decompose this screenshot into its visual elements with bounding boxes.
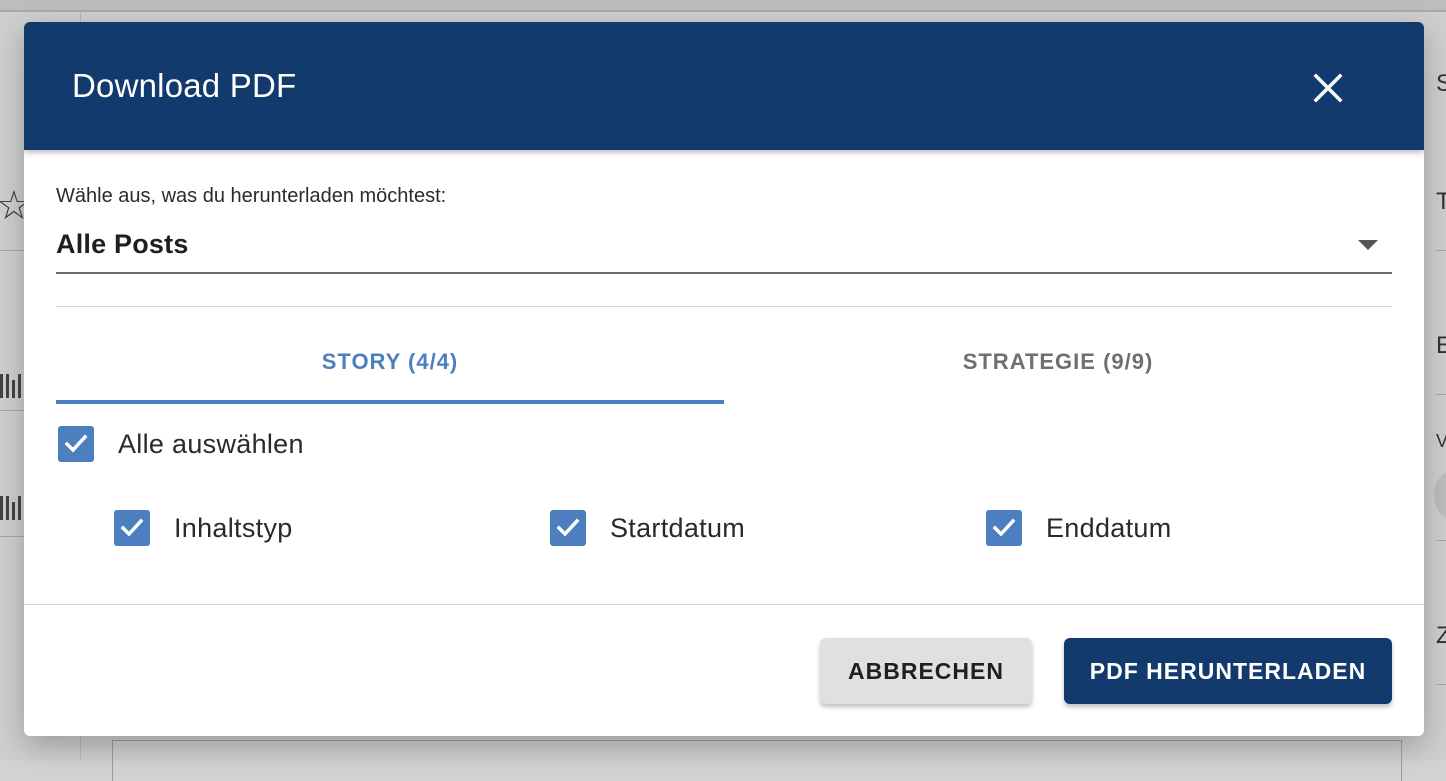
close-button[interactable]: [1304, 66, 1352, 110]
tabs-divider: [56, 306, 1392, 307]
tab-story[interactable]: STORY (4/4): [56, 322, 724, 402]
select-label: Wähle aus, was du herunterladen möchtest…: [56, 185, 447, 207]
active-tab-indicator: [56, 400, 724, 404]
background-divider: [0, 536, 24, 537]
download-pdf-dialog: Download PDF Wähle aus, was du herunterl…: [24, 22, 1424, 736]
background-text: T: [1436, 188, 1446, 215]
dialog-header: Download PDF: [24, 22, 1424, 150]
background-text: Z: [1436, 622, 1446, 649]
background-divider: [0, 250, 24, 251]
select-value: Alle Posts: [56, 229, 189, 259]
barcode-icon: [0, 492, 24, 522]
option-label: Enddatum: [1046, 513, 1172, 543]
background-divider: [1436, 540, 1446, 541]
option-label: Startdatum: [610, 513, 746, 543]
background-avatar: [1434, 470, 1446, 520]
select-all-label: Alle auswählen: [118, 429, 304, 459]
background-divider: [1436, 250, 1446, 251]
background-divider: [1436, 394, 1446, 395]
download-pdf-button[interactable]: PDF HERUNTERLADEN: [1064, 638, 1392, 704]
checkmark-icon: [986, 510, 1022, 546]
background-panel: [112, 740, 1402, 781]
chevron-down-icon: [1358, 240, 1378, 250]
checkmark-icon: [550, 510, 586, 546]
footer-divider: [24, 604, 1424, 605]
tab-strategie[interactable]: STRATEGIE (9/9): [724, 322, 1392, 402]
option-checkbox-enddatum[interactable]: Enddatum: [986, 510, 1171, 546]
background-topbar: [0, 0, 1446, 12]
background-text: V: [1436, 431, 1446, 451]
background-divider: [1436, 684, 1446, 685]
background-divider: [0, 410, 24, 411]
cancel-button[interactable]: ABBRECHEN: [820, 638, 1032, 704]
checkmark-icon: [58, 426, 94, 462]
option-label: Inhaltstyp: [174, 513, 293, 543]
dialog-title: Download PDF: [72, 67, 297, 104]
option-checkbox-startdatum[interactable]: Startdatum: [550, 510, 745, 546]
barcode-icon: [0, 370, 24, 400]
select-all-checkbox[interactable]: Alle auswählen: [58, 426, 304, 462]
checkmark-icon: [114, 510, 150, 546]
background-text: E: [1436, 332, 1446, 359]
close-icon: [1313, 73, 1343, 103]
post-filter-select[interactable]: Alle Posts: [56, 224, 1392, 274]
option-checkbox-inhaltstyp[interactable]: Inhaltstyp: [114, 510, 293, 546]
background-text: S: [1436, 70, 1446, 97]
